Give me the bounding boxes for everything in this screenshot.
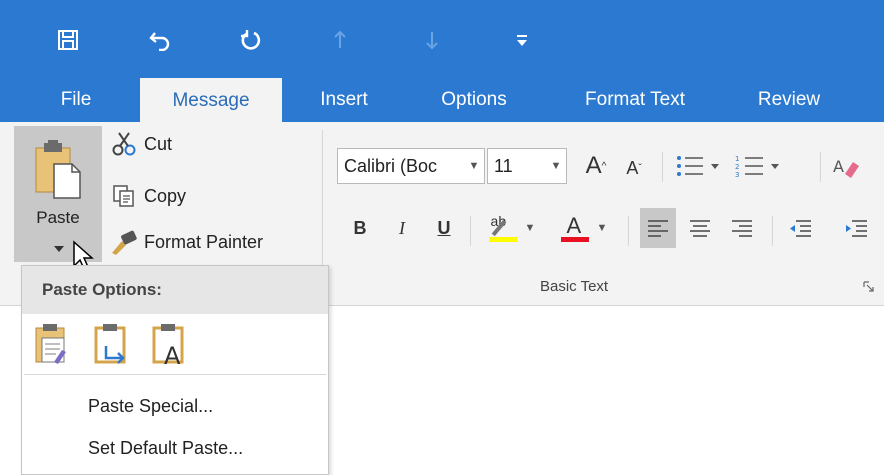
font-name-value: Calibri (Boc <box>344 155 438 176</box>
svg-text:A: A <box>164 342 181 368</box>
copy-icon <box>110 182 138 210</box>
font-color-button[interactable]: A ▼ <box>554 208 614 248</box>
numbering-button[interactable]: 123 <box>732 148 788 184</box>
paste-special-item[interactable]: Paste Special... <box>22 386 328 426</box>
align-center-button[interactable] <box>682 208 718 248</box>
previous-item-icon[interactable] <box>322 22 358 58</box>
underline-button[interactable]: U <box>430 210 458 246</box>
divider <box>470 216 471 246</box>
italic-button[interactable]: I <box>388 210 416 246</box>
next-item-icon[interactable] <box>414 22 450 58</box>
highlight-dropdown-icon[interactable]: ▼ <box>525 222 536 234</box>
grow-font-icon: A <box>585 152 602 179</box>
align-right-icon <box>732 220 752 237</box>
divider <box>820 152 821 182</box>
shrink-font-button[interactable]: Aˇ <box>618 152 650 184</box>
svg-text:2: 2 <box>735 163 739 171</box>
tab-insert[interactable]: Insert <box>300 78 388 122</box>
divider <box>772 216 773 246</box>
svg-text:A: A <box>833 157 844 176</box>
font-color-dropdown-icon[interactable]: ▼ <box>597 222 608 234</box>
merge-formatting-icon[interactable] <box>92 322 132 368</box>
paste-label: Paste <box>36 208 80 227</box>
undo-icon[interactable] <box>142 22 178 58</box>
paste-options-menu: Paste Options: A Paste Special... Set De… <box>21 265 329 475</box>
chevron-down-icon <box>54 246 64 252</box>
ribbon-tabs: File Message Insert Options Format Text … <box>0 78 884 124</box>
dialog-launcher-icon[interactable] <box>860 278 876 294</box>
bullets-icon <box>677 156 719 176</box>
copy-button[interactable]: Copy <box>110 180 186 212</box>
divider <box>628 216 629 246</box>
paste-options-header: Paste Options: <box>22 266 328 314</box>
font-size-combobox[interactable]: 11 ▼ <box>487 148 567 184</box>
paste-button[interactable]: Paste <box>14 126 102 252</box>
format-painter-button[interactable]: Format Painter <box>110 226 263 258</box>
tab-review[interactable]: Review <box>740 78 838 122</box>
numbering-icon: 123 <box>735 155 779 178</box>
keep-source-formatting-icon[interactable] <box>32 322 72 368</box>
font-name-combobox[interactable]: Calibri (Boc ▼ <box>337 148 485 184</box>
tab-format-text[interactable]: Format Text <box>560 78 710 122</box>
format-painter-label: Format Painter <box>144 231 264 252</box>
align-left-button[interactable] <box>640 208 676 248</box>
font-color-icon: A <box>560 213 591 243</box>
decrease-indent-icon <box>790 220 811 237</box>
tab-options[interactable]: Options <box>418 78 530 122</box>
svg-text:1: 1 <box>735 155 739 163</box>
grow-font-button[interactable]: A ^ <box>578 148 614 184</box>
highlighter-icon: ab <box>488 213 519 243</box>
format-painter-icon <box>110 228 138 256</box>
keep-text-only-icon[interactable]: A <box>150 322 190 370</box>
basic-text-group-label: Basic Text <box>540 278 609 295</box>
divider <box>662 152 663 182</box>
cut-button[interactable]: Cut <box>110 128 172 160</box>
scissors-icon <box>110 130 138 158</box>
customize-qat-icon[interactable] <box>504 22 540 58</box>
tab-file[interactable]: File <box>36 78 116 122</box>
tab-message[interactable]: Message <box>140 78 282 124</box>
font-size-value: 11 <box>494 155 513 176</box>
clipboard-paste-icon <box>35 140 81 199</box>
copy-label: Copy <box>144 185 187 206</box>
increase-indent-button[interactable] <box>838 208 874 248</box>
font-size-dropdown-icon[interactable]: ▼ <box>546 149 566 183</box>
bullets-button[interactable] <box>672 148 728 184</box>
align-center-icon <box>690 220 710 237</box>
menu-separator <box>24 374 326 375</box>
svg-text:3: 3 <box>735 171 739 178</box>
highlight-button[interactable]: ab ▼ <box>482 208 542 248</box>
bold-button[interactable]: B <box>346 210 374 246</box>
increase-indent-icon <box>846 220 867 237</box>
font-name-dropdown-icon[interactable]: ▼ <box>464 149 484 183</box>
cut-label: Cut <box>144 133 173 154</box>
clear-formatting-button[interactable]: A <box>828 148 864 184</box>
set-default-paste-item[interactable]: Set Default Paste... <box>22 428 328 468</box>
quick-access-toolbar <box>0 0 884 78</box>
save-icon[interactable] <box>50 22 86 58</box>
redo-icon[interactable] <box>232 22 268 58</box>
shrink-font-icon: A <box>626 157 639 178</box>
clear-formatting-icon: A <box>833 157 859 178</box>
decrease-indent-button[interactable] <box>782 208 818 248</box>
align-right-button[interactable] <box>724 208 760 248</box>
align-left-icon <box>648 220 668 237</box>
